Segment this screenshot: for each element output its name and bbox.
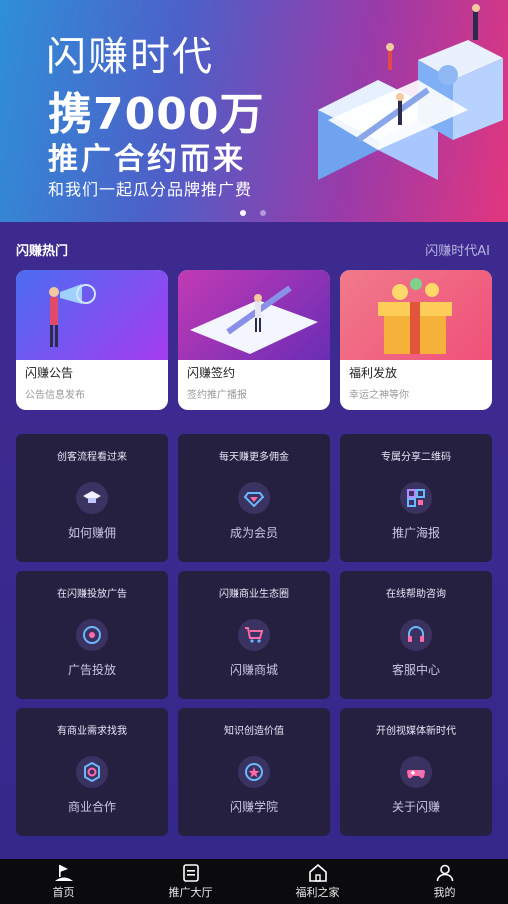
card-welfare-art xyxy=(340,270,492,360)
gamepad-icon xyxy=(400,756,432,788)
tab-label: 福利之家 xyxy=(295,885,340,899)
feature-cards: 闪赚公告 公告信息发布 闪赚签约 签约推广播报 福利发放 幸运之神等你 xyxy=(16,270,492,410)
tab-label: 推广大厅 xyxy=(168,885,213,899)
tile-label: 闪赚学院 xyxy=(229,800,278,814)
tab-label: 我的 xyxy=(433,885,456,899)
tile-caption: 每天赚更多佣金 xyxy=(219,452,289,463)
banner-suffix: 万 xyxy=(219,89,265,140)
service-grid: 创客流程看过来 如何赚佣 每天赚更多佣金 成为会员 专属分享二维码 推广海报 在… xyxy=(16,434,492,836)
tile-label: 客服中心 xyxy=(391,663,440,677)
tab-home[interactable]: 首页 xyxy=(0,859,127,904)
banner-pagination xyxy=(240,210,266,216)
tile-membership[interactable]: 每天赚更多佣金 成为会员 xyxy=(178,434,330,562)
tile-label: 广告投放 xyxy=(67,663,116,677)
tab-mine[interactable]: 我的 xyxy=(381,859,508,904)
home-flag-icon xyxy=(54,864,73,881)
tile-label: 成为会员 xyxy=(229,526,278,540)
card-title: 闪赚公告 xyxy=(25,366,74,380)
gift-box-illustration xyxy=(378,278,452,354)
banner-tagline: 和我们一起瓜分品牌推广费 xyxy=(48,180,253,199)
tile-label: 关于闪赚 xyxy=(391,800,440,814)
card-subtitle: 幸运之神等你 xyxy=(349,390,409,401)
tile-label: 商业合作 xyxy=(67,800,116,814)
qr-code-icon xyxy=(400,482,432,514)
isometric-office-illustration xyxy=(318,4,503,180)
tile-label: 推广海报 xyxy=(391,526,440,540)
banner-prefix: 携 xyxy=(48,89,93,140)
card-title: 闪赚签约 xyxy=(187,366,236,380)
megaphone-illustration xyxy=(49,284,96,347)
tile-service-center[interactable]: 在线帮助咨询 客服中心 xyxy=(340,571,492,699)
banner-title: 闪赚时代 xyxy=(46,34,214,80)
headset-icon xyxy=(400,619,432,651)
user-icon xyxy=(436,864,453,881)
tile-caption: 创客流程看过来 xyxy=(57,452,127,463)
tile-label: 闪赚商城 xyxy=(229,663,278,677)
tile-mall[interactable]: 闪赚商业生态圈 闪赚商城 xyxy=(178,571,330,699)
bottom-tab-bar: 首页 推广大厅 福利之家 我的 xyxy=(0,859,508,904)
target-icon xyxy=(76,619,108,651)
card-contract[interactable]: 闪赚签约 签约推广播报 xyxy=(178,270,330,410)
tile-caption: 知识创造价值 xyxy=(224,726,284,737)
card-announcement[interactable]: 闪赚公告 公告信息发布 xyxy=(16,270,168,410)
house-icon xyxy=(308,863,327,882)
card-contract-art xyxy=(178,270,330,360)
document-icon xyxy=(182,863,199,882)
tile-caption: 开创视媒体新时代 xyxy=(376,726,456,737)
star-badge-icon xyxy=(238,756,270,788)
tile-caption: 有商业需求找我 xyxy=(57,726,127,737)
tile-poster[interactable]: 专属分享二维码 推广海报 xyxy=(340,434,492,562)
card-subtitle: 签约推广播报 xyxy=(187,390,247,401)
banner-subheadline: 推广合约而来 xyxy=(48,142,246,177)
tab-label: 首页 xyxy=(52,885,75,899)
pagination-dot[interactable] xyxy=(260,210,266,216)
tab-welfare[interactable]: 福利之家 xyxy=(254,859,381,904)
tile-caption: 专属分享二维码 xyxy=(381,452,451,463)
tile-advertising[interactable]: 在闪赚投放广告 广告投放 xyxy=(16,571,168,699)
card-title: 福利发放 xyxy=(349,366,398,380)
section-title: 闪赚热门 xyxy=(16,244,69,259)
tile-how-to-earn[interactable]: 创客流程看过来 如何赚佣 xyxy=(16,434,168,562)
hero-banner[interactable]: 闪赚时代 携7000万 推广合约而来 和我们一起瓜分品牌推广费 xyxy=(0,0,508,222)
tile-business[interactable]: 有商业需求找我 商业合作 xyxy=(16,708,168,836)
tile-about[interactable]: 开创视媒体新时代 关于闪赚 xyxy=(340,708,492,836)
banner-number: 7000 xyxy=(93,89,220,140)
tile-caption: 闪赚商业生态圈 xyxy=(219,589,289,600)
card-welfare[interactable]: 福利发放 幸运之神等你 xyxy=(340,270,492,410)
tile-caption: 在线帮助咨询 xyxy=(386,589,446,600)
card-subtitle: 公告信息发布 xyxy=(25,390,85,401)
pagination-dot-active[interactable] xyxy=(240,210,246,216)
graduation-cap-icon xyxy=(76,482,108,514)
tile-label: 如何赚佣 xyxy=(67,526,116,540)
tab-promotion-hall[interactable]: 推广大厅 xyxy=(127,859,254,904)
banner-headline: 携7000万 xyxy=(48,78,264,142)
tile-academy[interactable]: 知识创造价值 闪赚学院 xyxy=(178,708,330,836)
cart-icon xyxy=(238,619,270,651)
diamond-icon xyxy=(238,482,270,514)
card-announcement-art xyxy=(16,270,168,360)
tile-caption: 在闪赚投放广告 xyxy=(57,589,127,600)
section-right-link[interactable]: 闪赚时代AI xyxy=(425,240,490,259)
gear-icon xyxy=(76,756,108,788)
contract-pen-illustration xyxy=(190,285,318,354)
